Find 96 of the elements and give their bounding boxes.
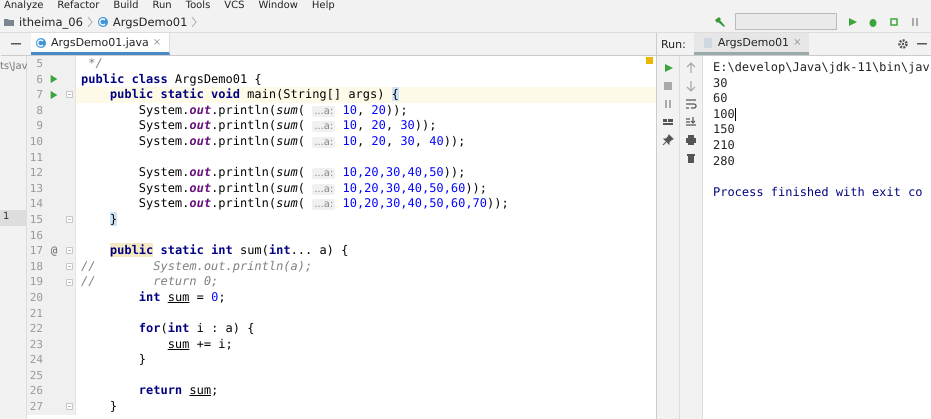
run-config-dropdown[interactable] xyxy=(735,13,837,30)
fold-icon[interactable] xyxy=(65,90,74,100)
console-line: 100 xyxy=(713,106,735,121)
code-line: System.out.println(sum( ...a: 10, 20, 30, 40)); xyxy=(138,134,466,150)
code-line: System.out.println(sum( ...a: 10, 20)); xyxy=(138,102,408,118)
line-number: 20 xyxy=(28,290,43,306)
run-icon[interactable] xyxy=(49,73,59,86)
print-icon[interactable] xyxy=(685,134,697,146)
menu-item[interactable]: Refactor xyxy=(57,0,100,11)
menu-item[interactable]: Help xyxy=(312,0,335,11)
line-number: 23 xyxy=(28,336,43,352)
warning-marker xyxy=(646,57,653,64)
line-number: 5 xyxy=(35,56,43,72)
down-icon[interactable] xyxy=(685,80,697,92)
code-line: public static int sum(int... a) { xyxy=(108,243,348,259)
minimize-icon[interactable] xyxy=(11,43,21,45)
line-number: 11 xyxy=(28,150,43,166)
up-icon[interactable] xyxy=(685,62,697,74)
fold-icon[interactable] xyxy=(65,262,74,272)
wrap-icon[interactable] xyxy=(685,98,697,110)
line-number: 18 xyxy=(28,258,43,274)
line-number: 27 xyxy=(28,399,43,415)
class-icon xyxy=(35,36,47,48)
breadcrumb-item[interactable]: ArgsDemo01 xyxy=(112,14,188,28)
line-number: 19 xyxy=(28,274,43,290)
code-line: System.out.println(sum( ...a: 10,20,30,40,50,60,70)); xyxy=(138,196,509,212)
line-number: 6 xyxy=(35,72,43,88)
line-number: 8 xyxy=(35,102,43,118)
line-number: 17 xyxy=(28,243,43,259)
console-line: 60 xyxy=(713,91,728,106)
code-line: sum += i; xyxy=(166,336,233,352)
fold-icon[interactable] xyxy=(65,402,74,412)
code-line: // System.out.println(a); xyxy=(80,258,312,274)
console-line: 280 xyxy=(713,154,735,168)
code-line: System.out.println(sum( ...a: 10, 20, 30)); xyxy=(138,118,436,134)
code-line: return sum; xyxy=(138,383,218,400)
code-line: // return 0; xyxy=(80,274,218,290)
code-line: public static void main(String[] args) { xyxy=(108,87,399,103)
code-line: public class ArgsDemo01 { xyxy=(80,72,262,88)
editor-tab[interactable]: ArgsDemo01.java × xyxy=(31,33,170,55)
breadcrumb-item[interactable]: itheima_06 xyxy=(19,14,83,28)
code-line: System.out.println(sum( ...a: 10,20,30,40,50,60)); xyxy=(138,180,488,196)
class-icon xyxy=(96,16,109,28)
line-number: 7 xyxy=(35,87,43,103)
fold-icon[interactable] xyxy=(65,215,74,224)
line-number: 15 xyxy=(28,212,43,228)
console-line: 210 xyxy=(713,138,735,152)
pin-icon[interactable] xyxy=(662,134,674,146)
chevron-icon xyxy=(191,16,198,28)
menu-item[interactable]: VCS xyxy=(224,0,244,11)
console-line: 30 xyxy=(713,76,728,90)
play-icon[interactable] xyxy=(846,16,858,28)
gear-icon[interactable] xyxy=(897,38,909,50)
line-number: 24 xyxy=(28,352,43,368)
code-line: int sum = 0; xyxy=(138,290,226,306)
pause-icon[interactable] xyxy=(909,16,921,28)
chevron-icon xyxy=(86,16,93,28)
trash-icon[interactable] xyxy=(685,152,697,164)
line-number: 9 xyxy=(35,118,43,134)
stop-icon[interactable] xyxy=(662,80,674,92)
line-number: 16 xyxy=(28,228,43,244)
minimize-icon[interactable] xyxy=(917,43,927,45)
run-label: Run: xyxy=(661,38,686,50)
menu-item[interactable]: Build xyxy=(113,0,138,11)
menu-item[interactable]: Window xyxy=(258,0,298,11)
line-number: 26 xyxy=(28,383,43,400)
line-number: 25 xyxy=(28,368,43,384)
override-marker: @ xyxy=(50,243,58,259)
menu-item[interactable]: Run xyxy=(152,0,172,11)
scroll-icon[interactable] xyxy=(685,116,697,128)
line-number: 21 xyxy=(28,306,43,322)
menu-item[interactable]: Tools xyxy=(186,0,210,11)
line-number: 14 xyxy=(28,196,43,212)
line-number: 10 xyxy=(28,134,43,150)
hammer-icon[interactable] xyxy=(714,16,726,28)
play-icon[interactable] xyxy=(662,62,674,74)
menu-item[interactable]: Analyze xyxy=(4,0,44,11)
code-line: } xyxy=(108,399,118,415)
pause-icon[interactable] xyxy=(662,98,674,110)
console-line: Process finished with exit co xyxy=(713,184,923,199)
project-path: ts\Jav xyxy=(0,61,26,72)
run-icon[interactable] xyxy=(49,88,59,101)
layout-icon[interactable] xyxy=(662,116,674,128)
code-line: System.out.println(sum( ...a: 10,20,30,40,50)); xyxy=(138,165,466,181)
line-number: 22 xyxy=(28,321,43,337)
code-line: */ xyxy=(87,56,103,72)
console-line: E:\develop\Java\jdk-11\bin\jav xyxy=(713,60,930,74)
console-line: 150 xyxy=(713,122,735,136)
code-line: } xyxy=(138,352,146,368)
line-number: 12 xyxy=(28,165,43,181)
run-tab[interactable]: ArgsDemo01 × xyxy=(694,33,810,55)
fold-icon[interactable] xyxy=(65,246,74,256)
code-line: for(int i : a) { xyxy=(138,321,254,337)
project-line-number: 1 xyxy=(0,210,26,226)
fold-icon[interactable] xyxy=(65,278,74,287)
line-number: 13 xyxy=(28,180,43,196)
